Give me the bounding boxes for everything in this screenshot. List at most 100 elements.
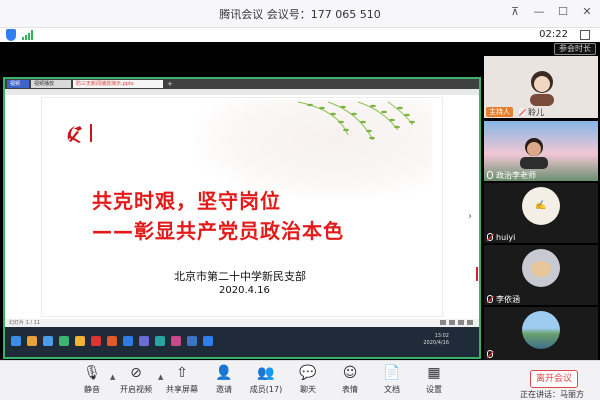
participant-namebar [484,348,493,360]
documents-label: 文档 [384,385,400,394]
browser-tab: 视频播放 [31,80,71,88]
tray-date: 2020/4/16 [423,340,449,346]
duration-button[interactable]: 参会时长 [554,43,596,55]
app-icon [187,336,197,346]
mic-muted-icon [487,295,493,303]
remote-taskbar: 13:02 2020/4/16 [5,327,479,357]
slide-date: 2020.4.16 [219,285,270,296]
invite-button[interactable]: 👤 邀请 [204,364,244,400]
app-icon [155,336,165,346]
landscape-avatar [522,311,560,349]
share-screen-button[interactable]: ⇧ 共享屏幕 [162,364,202,400]
host-badge: 主持人 [486,107,513,117]
minimize-icon[interactable]: — [532,4,546,18]
app-icon [107,336,117,346]
scroll-marker [476,267,478,281]
system-tray: 13:02 2020/4/16 [423,333,449,347]
mic-icon [487,171,493,179]
app-icon [171,336,181,346]
fullscreen-icon[interactable] [580,30,590,40]
window-controls: ⊼ — ☐ ✕ [508,4,594,18]
meeting-timer: 02:22 [539,29,568,40]
mic-muted-icon [519,108,525,116]
slide-organization: 北京市第二十中学新民支部 [174,270,306,283]
participant-tile-host[interactable]: 主持人 聆儿 [484,56,598,118]
shield-icon[interactable] [6,29,16,41]
maximize-icon[interactable]: ☐ [556,4,570,18]
leave-meeting-button[interactable]: 离开会议 [530,370,578,388]
participant-tile[interactable]: 政治李老师 [484,121,598,181]
slide-title-line1: 共克时艰，坚守岗位 [92,189,281,213]
members-label: 成员(17) [249,385,283,394]
document-icon: 📄 [383,365,401,381]
explorer-icon [27,336,37,346]
members-icon: 👥 [257,365,275,381]
emblem-divider [90,124,92,142]
close-icon[interactable]: ✕ [580,4,594,18]
participant-tile[interactable]: 李依涵 [484,245,598,305]
participant-name: huiyi [496,232,516,242]
settings-button[interactable]: ▦ 设置 [414,364,454,400]
tencent-meeting-icon [203,336,213,346]
microphone-icon: 🎙 [83,365,101,381]
members-button[interactable]: 👥 成员(17) [246,364,286,400]
next-slide-icon[interactable]: › [468,211,476,223]
browser-tab-bar: 视频 视频播放 防三无新闻播放演示.pptx + [5,79,479,89]
slide-page-bar: 幻灯片 1 / 11 [5,319,479,327]
participant-name: 李依涵 [496,294,520,304]
willow-branches-decoration [297,101,415,141]
video-label: 开启视频 [120,385,152,394]
participant-tile[interactable] [484,307,598,360]
new-tab-icon: + [167,80,173,88]
pin-icon[interactable]: ⊼ [508,4,522,18]
browser-tab: 视频 [7,80,29,88]
reactions-button[interactable]: ☺ 表情 [330,364,370,400]
video-off-icon: ⊘ [130,365,142,381]
meeting-toolbar: 🎙 静音 ▲ ⊘ 开启视频 ▲ ⇧ 共享屏幕 👤 邀请 👥 成员(17) 💬 聊… [0,360,600,400]
page-indicator: 幻灯片 1 / 11 [9,320,40,326]
avatar [530,71,554,106]
reactions-label: 表情 [342,385,358,394]
participant-name: 聆儿 [528,107,544,117]
settings-label: 设置 [426,385,442,394]
share-screen-icon: ⇧ [176,365,188,381]
app-icon [75,336,85,346]
participant-namebar: 李依涵 [484,293,520,305]
status-row [0,28,600,42]
signal-icon [22,30,33,40]
chat-button[interactable]: 💬 聊天 [288,364,328,400]
mute-label: 静音 [84,385,100,394]
slide-title-line2: ——彰显共产党员政治本色 [92,219,344,243]
documents-button[interactable]: 📄 文档 [372,364,412,400]
view-tools [440,320,473,325]
cat-avatar [522,249,560,287]
title-bar: 腾讯会议 会议号：177 065 510 ⊼ — ☐ ✕ [0,0,600,28]
start-icon [11,336,21,346]
party-emblem-icon [67,126,82,143]
participant-namebar: 聆儿 [516,106,544,118]
mic-muted-icon [487,350,493,358]
participant-namebar: huiyi [484,231,515,243]
smiley-icon: ☺ [342,365,358,381]
app-icon [139,336,149,346]
shared-screen: 视频 视频播放 防三无新闻播放演示.pptx + 共克时艰，坚守岗位 ——彰显共… [3,77,481,359]
audio-options-chevron-icon[interactable]: ▲ [110,373,115,381]
app-icon [43,336,53,346]
invite-label: 邀请 [216,385,232,394]
video-button[interactable]: ⊘ 开启视频 [116,364,156,400]
meeting-title: 腾讯会议 会议号：177 065 510 [219,7,381,21]
participant-tile[interactable]: ✍ huiyi [484,183,598,243]
browser-tab: 防三无新闻播放演示.pptx [73,80,163,88]
participant-name: 政治李老师 [496,170,536,180]
chat-icon: 💬 [299,365,317,381]
app-icon [123,336,133,346]
mute-button[interactable]: 🎙 静音 [72,364,112,400]
camera-feed [520,138,548,169]
chat-label: 聊天 [300,385,316,394]
speaking-indicator: 正在讲话：马丽方 [520,390,584,399]
participant-namebar: 政治李老师 [484,169,536,181]
share-label: 共享屏幕 [166,385,198,394]
app-icon [59,336,69,346]
calligraphy-avatar: ✍ [522,187,560,225]
tray-time: 13:02 [434,333,449,339]
